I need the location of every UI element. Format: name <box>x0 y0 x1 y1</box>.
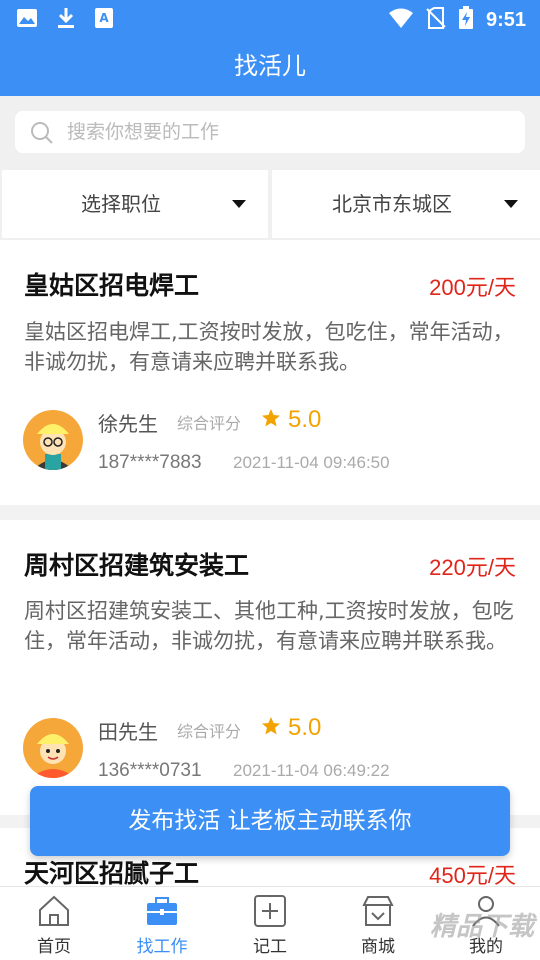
wifi-icon <box>388 7 414 33</box>
tab-label: 首页 <box>37 937 71 957</box>
job-card[interactable]: 皇姑区招电焊工 200元/天 皇姑区招电焊工,工资按时发放，包吃住，常年活动，非… <box>0 240 540 505</box>
tab-label: 记工 <box>253 937 287 957</box>
phone-number[interactable]: 136****0731 <box>98 760 202 782</box>
poster-name: 徐先生 <box>98 412 158 436</box>
shop-icon <box>360 893 396 933</box>
tab-label: 找工作 <box>136 937 188 957</box>
job-description: 周村区招建筑安装工、其他工种,工资按时发放，包吃住，常年活动，非诚勿扰，有意请来… <box>24 599 514 653</box>
page-title: 找活儿 <box>0 36 540 96</box>
job-title: 天河区招腻子工 <box>24 859 200 888</box>
tab-record[interactable]: 记工 <box>216 887 324 960</box>
job-salary: 200元/天 <box>429 275 516 300</box>
rating-score: 5.0 <box>288 406 322 433</box>
tab-find-job[interactable]: 找工作 <box>108 887 216 960</box>
download-icon <box>56 7 76 33</box>
job-salary: 220元/天 <box>429 555 516 580</box>
job-title: 周村区招建筑安装工 <box>24 551 250 580</box>
rating-label: 综合评分 <box>177 722 242 741</box>
search-icon <box>29 120 55 150</box>
filter-bar: 选择职位 北京市东城区 <box>0 168 540 240</box>
rating-score: 5.0 <box>288 714 322 741</box>
job-title: 皇姑区招电焊工 <box>24 271 200 300</box>
status-bar: A 9:51 <box>0 0 540 36</box>
search-area <box>0 96 540 168</box>
home-icon <box>36 893 72 933</box>
tab-home[interactable]: 首页 <box>0 887 108 960</box>
caret-down-icon <box>232 200 246 208</box>
search-input[interactable] <box>67 111 507 153</box>
caret-down-icon <box>504 200 518 208</box>
poster-name: 田先生 <box>98 720 158 744</box>
rating-label: 综合评分 <box>177 414 242 433</box>
no-sim-icon <box>426 7 446 33</box>
briefcase-icon <box>144 893 180 933</box>
position-filter-label: 选择职位 <box>81 192 161 216</box>
clock: 9:51 <box>485 8 526 31</box>
star-icon <box>261 716 281 740</box>
svg-text:A: A <box>99 11 109 25</box>
publish-job-seeking-button[interactable]: 发布找活 让老板主动联系你 <box>30 786 510 856</box>
job-description: 皇姑区招电焊工,工资按时发放，包吃住，常年活动，非诚勿扰，有意请来应聘并联系我。 <box>24 320 514 374</box>
image-icon <box>16 8 38 32</box>
phone-number[interactable]: 187****7883 <box>98 452 202 474</box>
translate-icon: A <box>94 7 114 33</box>
post-time: 2021-11-04 06:49:22 <box>233 761 390 780</box>
location-filter-label: 北京市东城区 <box>332 192 452 216</box>
star-icon <box>261 408 281 432</box>
location-filter[interactable]: 北京市东城区 <box>272 170 540 238</box>
job-card[interactable]: 周村区招建筑安装工 220元/天 周村区招建筑安装工、其他工种,工资按时发放，包… <box>0 520 540 815</box>
avatar <box>23 718 83 778</box>
tab-label: 商城 <box>361 937 395 957</box>
position-filter[interactable]: 选择职位 <box>2 170 268 238</box>
search-box[interactable] <box>15 111 525 153</box>
post-time: 2021-11-04 09:46:50 <box>233 453 390 472</box>
avatar <box>23 410 83 470</box>
tab-shop[interactable]: 商城 <box>324 887 432 960</box>
add-record-icon <box>252 893 288 933</box>
watermark: 精品下载 <box>429 912 534 942</box>
battery-charging-icon <box>458 6 474 34</box>
